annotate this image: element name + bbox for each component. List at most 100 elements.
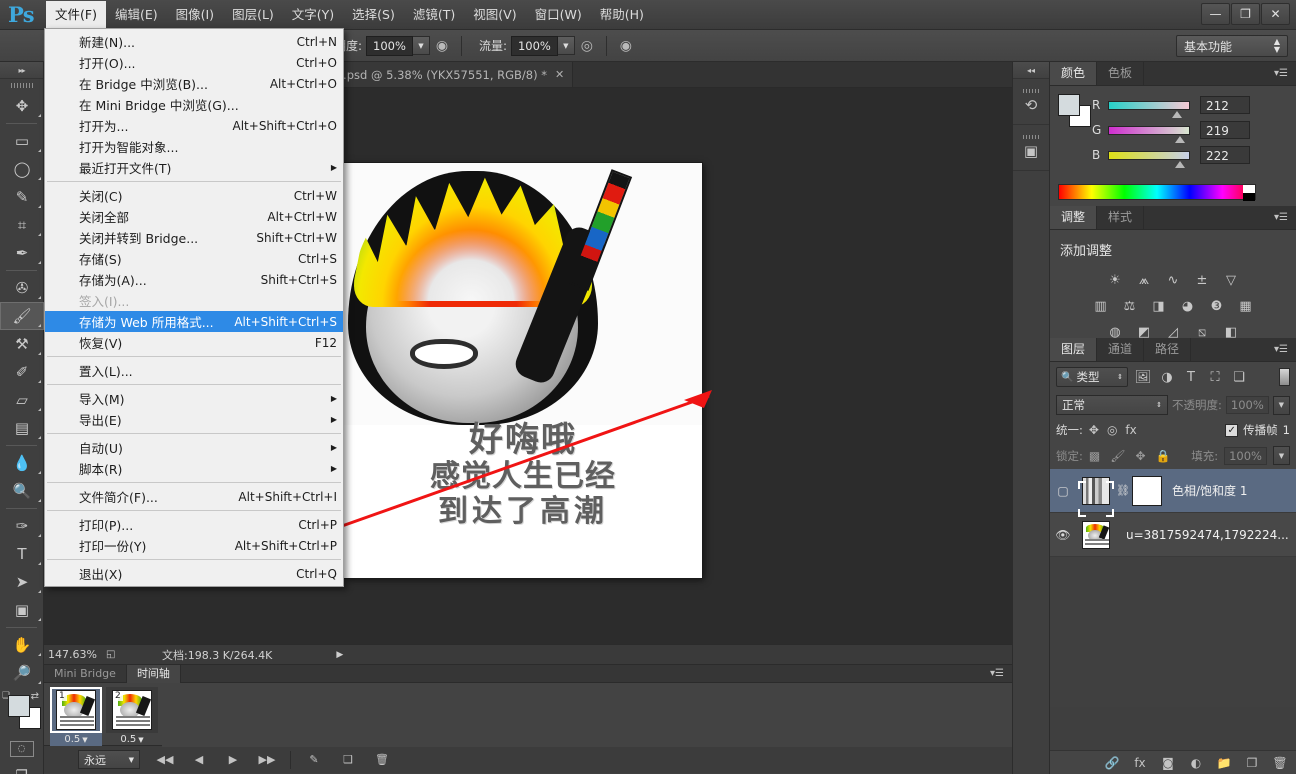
filter-type-layers-icon[interactable]: T [1181,367,1201,387]
file-menu-item-25[interactable]: 文件简介(F)...Alt+Shift+Ctrl+I [45,486,343,507]
flow-value[interactable]: 100% [511,36,558,56]
unify-position-icon[interactable]: ✥ [1089,423,1099,437]
menu-3[interactable]: 图层(L) [223,1,283,30]
fill-value[interactable]: 100% [1224,447,1267,465]
filter-smart-objects-icon[interactable]: ❏ [1229,367,1249,387]
menu-5[interactable]: 选择(S) [343,1,404,30]
new-fill-adjustment-icon[interactable]: ◐ [1188,756,1204,770]
menu-6[interactable]: 滤镜(T) [404,1,464,30]
file-menu-item-19[interactable]: 导入(M)▶ [45,388,343,409]
frame-delay[interactable]: 0.5▼ [106,733,158,746]
brush-tool[interactable]: 🖌 [0,302,44,330]
layers-panel-tab-2[interactable]: 路径 [1144,338,1191,361]
layer-style-icon[interactable]: fx [1132,756,1148,770]
maximize-button[interactable]: ❐ [1231,3,1260,25]
duplicate-frame-button[interactable]: ❑ [331,748,365,772]
file-menu-item-5[interactable]: 打开为智能对象... [45,136,343,157]
layer-mask-thumbnail[interactable] [1132,476,1162,506]
vibrance-icon[interactable]: ▽ [1220,270,1242,290]
minimize-button[interactable]: — [1201,3,1230,25]
frame-thumbnail-wrap[interactable]: 2 [106,687,158,733]
toolbar-collapse-button[interactable]: ▸▸ [0,62,43,79]
flow-dropdown-arrow[interactable]: ▼ [558,36,575,55]
color-balance-icon[interactable]: ⚖ [1119,296,1141,316]
zoom-tool[interactable]: 🔎 [0,659,44,687]
file-menu-item-11[interactable]: 存储(S)Ctrl+S [45,248,343,269]
color-lookup-icon[interactable]: ▦ [1235,296,1257,316]
animation-panel-menu-icon[interactable]: ▾☰ [982,665,1012,682]
new-layer-icon[interactable]: ❐ [1244,756,1260,770]
opacity-dropdown-arrow[interactable]: ▼ [413,36,430,55]
color-panel-tab-1[interactable]: 色板 [1097,62,1144,85]
file-menu-item-17[interactable]: 置入(L)... [45,360,343,381]
layer-opacity-chevron-icon[interactable]: ▼ [1273,396,1290,415]
file-menu-item-1[interactable]: 打开(O)...Ctrl+O [45,52,343,73]
spectrum-black-white-swatch[interactable] [1243,185,1255,201]
opacity-pressure-icon[interactable]: ◉ [430,34,454,58]
color-panel-menu-icon[interactable]: ▾☰ [1266,62,1296,85]
photo-filter-icon[interactable]: ◕ [1177,296,1199,316]
layer-filter-toggle[interactable] [1279,368,1290,386]
lock-image-pixels-icon[interactable]: 🖌 [1110,449,1125,463]
blend-mode-select[interactable]: 正常 ⇕ [1056,395,1168,415]
file-menu-item-2[interactable]: 在 Bridge 中浏览(B)...Alt+Ctrl+O [45,73,343,94]
swap-colors-icon[interactable]: ⇄ [31,691,39,702]
curves-icon[interactable]: ∿ [1162,270,1184,290]
menu-9[interactable]: 帮助(H) [591,1,653,30]
menu-7[interactable]: 视图(V) [464,1,525,30]
workspace-switcher[interactable]: 基本功能 ▲▼ [1176,35,1288,57]
layer-visibility-icon[interactable]: 👁 [1050,528,1076,542]
file-menu-item-9[interactable]: 关闭全部Alt+Ctrl+W [45,206,343,227]
dodge-tool[interactable]: 🔍 [0,477,44,505]
layer-filter-type-select[interactable]: 🔍 类型 ⇕ [1056,367,1128,387]
filter-shape-layers-icon[interactable]: ⛶ [1205,367,1225,387]
file-menu-dropdown[interactable]: 新建(N)...Ctrl+N打开(O)...Ctrl+O在 Bridge 中浏览… [44,28,344,587]
lock-transparent-pixels-icon[interactable]: ▩ [1089,449,1100,463]
history-brush-tool[interactable]: ✐ [0,358,44,386]
file-menu-item-30[interactable]: 退出(X)Ctrl+Q [45,563,343,584]
animation-frame[interactable]: 10.5▼ [50,687,102,746]
layer-opacity-value[interactable]: 100% [1226,396,1269,414]
menu-1[interactable]: 编辑(E) [106,1,167,30]
zoom-level[interactable]: 147.63% [44,648,106,661]
propagate-checkbox[interactable]: ✓ [1225,424,1238,437]
channel-value[interactable]: 222 [1200,146,1250,164]
marquee-tool[interactable]: ▭ [0,127,44,155]
channel-slider-knob[interactable] [1172,111,1182,118]
pen-tool[interactable]: ✑ [0,512,44,540]
channel-slider-knob[interactable] [1175,161,1185,168]
channel-slider[interactable] [1108,101,1190,110]
layer-row[interactable]: 👁u=3817592474,1792224... [1050,513,1296,557]
exposure-icon[interactable]: ± [1191,270,1213,290]
layers-panel-tab-1[interactable]: 通道 [1097,338,1144,361]
blur-tool[interactable]: 💧 [0,449,44,477]
new-group-icon[interactable]: 📁 [1216,756,1232,770]
layer-visibility-icon[interactable]: ▢ [1050,484,1076,498]
adjustments-panel-menu-icon[interactable]: ▾☰ [1266,206,1296,229]
unify-style-icon[interactable]: fx [1125,423,1136,437]
frame-delay[interactable]: 0.5▼ [50,733,102,746]
previous-frame-button[interactable]: ◀ [182,748,216,772]
channel-mixer-icon[interactable]: ❸ [1206,296,1228,316]
file-menu-item-6[interactable]: 最近打开文件(T)▶ [45,157,343,178]
menu-0[interactable]: 文件(F) [46,1,106,30]
type-tool[interactable]: T [0,540,44,568]
clone-stamp-tool[interactable]: ⚒ [0,330,44,358]
layer-mask-link-icon[interactable]: ⛓ [1116,484,1130,497]
file-menu-item-22[interactable]: 自动(U)▶ [45,437,343,458]
layer-thumbnail[interactable] [1082,521,1110,549]
foreground-color-swatch[interactable] [8,695,30,717]
healing-brush-tool[interactable]: ✇ [0,274,44,302]
layers-panel-menu-icon[interactable]: ▾☰ [1266,338,1296,361]
file-menu-item-27[interactable]: 打印(P)...Ctrl+P [45,514,343,535]
filter-pixel-layers-icon[interactable]: 🖼 [1133,367,1153,387]
channel-value[interactable]: 219 [1200,121,1250,139]
delete-layer-icon[interactable]: 🗑 [1272,756,1288,770]
crop-tool[interactable]: ⌗ [0,211,44,239]
hand-tool[interactable]: ✋ [0,631,44,659]
lock-all-icon[interactable]: 🔒 [1156,449,1171,463]
delete-frame-button[interactable]: 🗑 [365,748,399,772]
adjustments-panel-tab-0[interactable]: 调整 [1050,206,1097,229]
menu-2[interactable]: 图像(I) [167,1,223,30]
eyedropper-tool[interactable]: ✒ [0,239,44,267]
